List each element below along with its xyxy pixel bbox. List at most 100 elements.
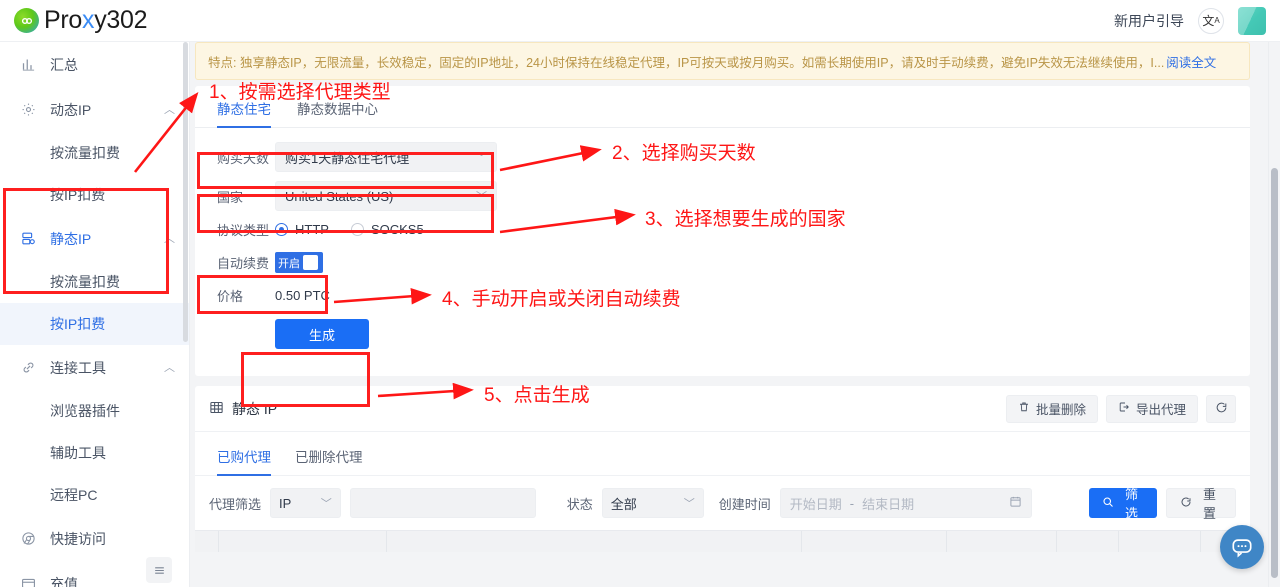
date-separator: -: [849, 495, 855, 511]
auto-renew-label: 自动续费: [217, 256, 270, 271]
link-icon: [18, 360, 38, 375]
chrome-icon: [18, 531, 38, 546]
list-title: 静态 IP: [232, 400, 278, 417]
sidebar-item-dynamic-perip[interactable]: 按IP扣费: [0, 174, 189, 216]
radio-label: SOCKS5: [370, 222, 424, 237]
price-label: 价格: [217, 289, 244, 304]
chat-bubble-icon[interactable]: [1220, 525, 1264, 569]
tab-deleted-proxies[interactable]: 已删除代理: [295, 446, 363, 475]
table-col-3: [802, 531, 947, 552]
radio-dot-icon: [275, 223, 288, 236]
filter-row: 代理筛选 IP ﹀ 状态 全部 ﹀ 创建时间 开始日期 - 结束日期 筛选 重置: [195, 476, 1250, 530]
static-ip-list-card: 静态 IP 批量删除 导出代理 已购代理 已删除代理 代理筛选 IP ﹀ 状态 …: [195, 386, 1250, 552]
batch-delete-label: 批量删除: [1035, 403, 1086, 417]
refresh-icon: [1215, 401, 1228, 417]
feature-notice-banner: 特点: 独享静态IP，无限流量，长效稳定，固定的IP地址，24小时保持在线稳定代…: [195, 42, 1250, 80]
country-row: 国家 United States (US) ﹀: [195, 181, 1250, 211]
sidebar-group-static-ip[interactable]: 静态IP ︿: [0, 216, 189, 261]
credit-card-icon: [18, 576, 38, 587]
status-select[interactable]: 全部 ﹀: [601, 488, 704, 518]
proxy-keyword-input[interactable]: [349, 488, 536, 518]
filter-reset-label: 重置: [1202, 487, 1216, 521]
top-bar-right: 新用户引导 文A: [1114, 6, 1280, 35]
sidebar-item-label: 动态IP: [50, 101, 92, 118]
date-end-placeholder: 结束日期: [862, 496, 915, 512]
trash-icon: [1018, 401, 1030, 416]
country-value: United States (US): [285, 188, 394, 204]
sidebar-group-connect-tools[interactable]: 连接工具 ︿: [0, 345, 189, 390]
export-proxy-button[interactable]: 导出代理: [1105, 394, 1198, 423]
chevron-down-icon: ﹀: [320, 498, 332, 510]
translate-icon[interactable]: 文A: [1198, 7, 1224, 34]
batch-delete-button[interactable]: 批量删除: [1005, 394, 1098, 423]
sidebar-item-label: 辅助工具: [50, 445, 106, 461]
auto-renew-toggle[interactable]: 开启: [275, 252, 323, 273]
radio-socks5[interactable]: SOCKS5: [350, 222, 424, 237]
table-icon: [209, 400, 224, 418]
sidebar-item-remote-pc[interactable]: 远程PC: [0, 474, 189, 516]
user-avatar[interactable]: [1238, 6, 1266, 35]
date-start-placeholder: 开始日期: [789, 496, 842, 512]
table-col-1: [219, 531, 387, 552]
brand-logo[interactable]: Proxy302: [0, 6, 148, 35]
proxy-filter-select[interactable]: IP ﹀: [270, 488, 341, 518]
notice-text: 特点: 独享静态IP，无限流量，长效稳定，固定的IP地址，24小时保持在线稳定代…: [208, 55, 1165, 70]
proxy-filter-value: IP: [279, 495, 292, 511]
radio-label: HTTP: [295, 222, 329, 237]
protocol-row: 协议类型 HTTP SOCKS5: [195, 220, 1250, 239]
table-col-5: [1057, 531, 1119, 552]
sidebar-item-label: 按IP扣费: [50, 316, 106, 332]
protocol-radio-group: HTTP SOCKS5: [275, 222, 424, 237]
auto-renew-state-label: 开启: [278, 257, 300, 270]
chevron-down-icon: ﹀: [476, 152, 487, 164]
days-label: 购买天数: [217, 150, 270, 166]
sidebar-item-helper-tools[interactable]: 辅助工具: [0, 432, 189, 474]
list-header: 静态 IP 批量删除 导出代理: [195, 386, 1250, 432]
sidebar-item-quick-access[interactable]: 快捷访问: [0, 516, 189, 561]
refresh-button[interactable]: [1206, 394, 1236, 423]
filter-search-label: 筛选: [1125, 487, 1139, 521]
sidebar-item-static-traffic[interactable]: 按流量扣费: [0, 261, 189, 303]
main-content: 特点: 独享静态IP，无限流量，长效稳定，固定的IP地址，24小时保持在线稳定代…: [190, 42, 1280, 587]
sidebar-item-static-perip[interactable]: 按IP扣费: [0, 303, 189, 345]
sidebar-group-dynamic-ip[interactable]: 动态IP ︿: [0, 87, 189, 132]
tab-purchased-proxies[interactable]: 已购代理: [217, 446, 271, 476]
sidebar-item-summary[interactable]: 汇总: [0, 42, 189, 87]
tab-static-residential[interactable]: 静态住宅: [217, 98, 271, 128]
created-date-range-picker[interactable]: 开始日期 - 结束日期: [779, 488, 1033, 518]
chevron-down-icon: ﹀: [683, 498, 695, 510]
sidebar-item-label: 按流量扣费: [50, 145, 120, 161]
collapse-sidebar-icon[interactable]: [146, 557, 172, 583]
price-row: 价格 0.50 PTC: [195, 286, 1250, 305]
days-select[interactable]: 购买1天静态住宅代理 ﹀: [275, 142, 497, 172]
country-select[interactable]: United States (US) ﹀: [275, 181, 497, 211]
toggle-knob: [303, 255, 318, 270]
radio-dot-icon: [350, 223, 364, 236]
sidebar-item-label: 静态IP: [50, 230, 92, 247]
table-col-2: [387, 531, 802, 552]
radio-http[interactable]: HTTP: [275, 222, 329, 237]
sidebar-item-label: 按IP扣费: [50, 187, 106, 203]
refresh-icon: [1180, 496, 1192, 511]
app-root: Proxy302 新用户引导 文A 汇总 动态IP ︿ 按流量扣费 按IP扣费 …: [0, 0, 1280, 587]
sidebar-item-label: 远程PC: [50, 487, 98, 503]
sidebar-scrollbar[interactable]: [183, 42, 188, 342]
days-value: 购买1天静态住宅代理: [285, 150, 410, 166]
sidebar: 汇总 动态IP ︿ 按流量扣费 按IP扣费 静态IP ︿ 按流量扣费 按IP扣费…: [0, 42, 190, 587]
generate-button[interactable]: 生成: [275, 319, 369, 349]
read-full-link[interactable]: 阅读全文: [1166, 52, 1216, 71]
calendar-icon: [1009, 495, 1022, 511]
sidebar-item-dynamic-traffic[interactable]: 按流量扣费: [0, 132, 189, 174]
table-col-checkbox: [195, 531, 219, 552]
brand-name: Proxy302: [44, 6, 148, 34]
filter-search-button[interactable]: 筛选: [1089, 487, 1157, 521]
sidebar-item-label: 汇总: [50, 56, 78, 73]
sidebar-item-browser-plugin[interactable]: 浏览器插件: [0, 390, 189, 432]
tab-static-datacenter[interactable]: 静态数据中心: [297, 98, 378, 127]
main-scrollbar-thumb[interactable]: [1271, 168, 1278, 578]
new-user-guide-link[interactable]: 新用户引导: [1114, 11, 1184, 31]
table-header-row: [195, 530, 1250, 552]
gear-ip-icon: [18, 102, 38, 117]
filter-reset-button[interactable]: 重置: [1166, 487, 1236, 521]
days-row: 购买天数 购买1天静态住宅代理 ﹀: [195, 142, 1250, 172]
